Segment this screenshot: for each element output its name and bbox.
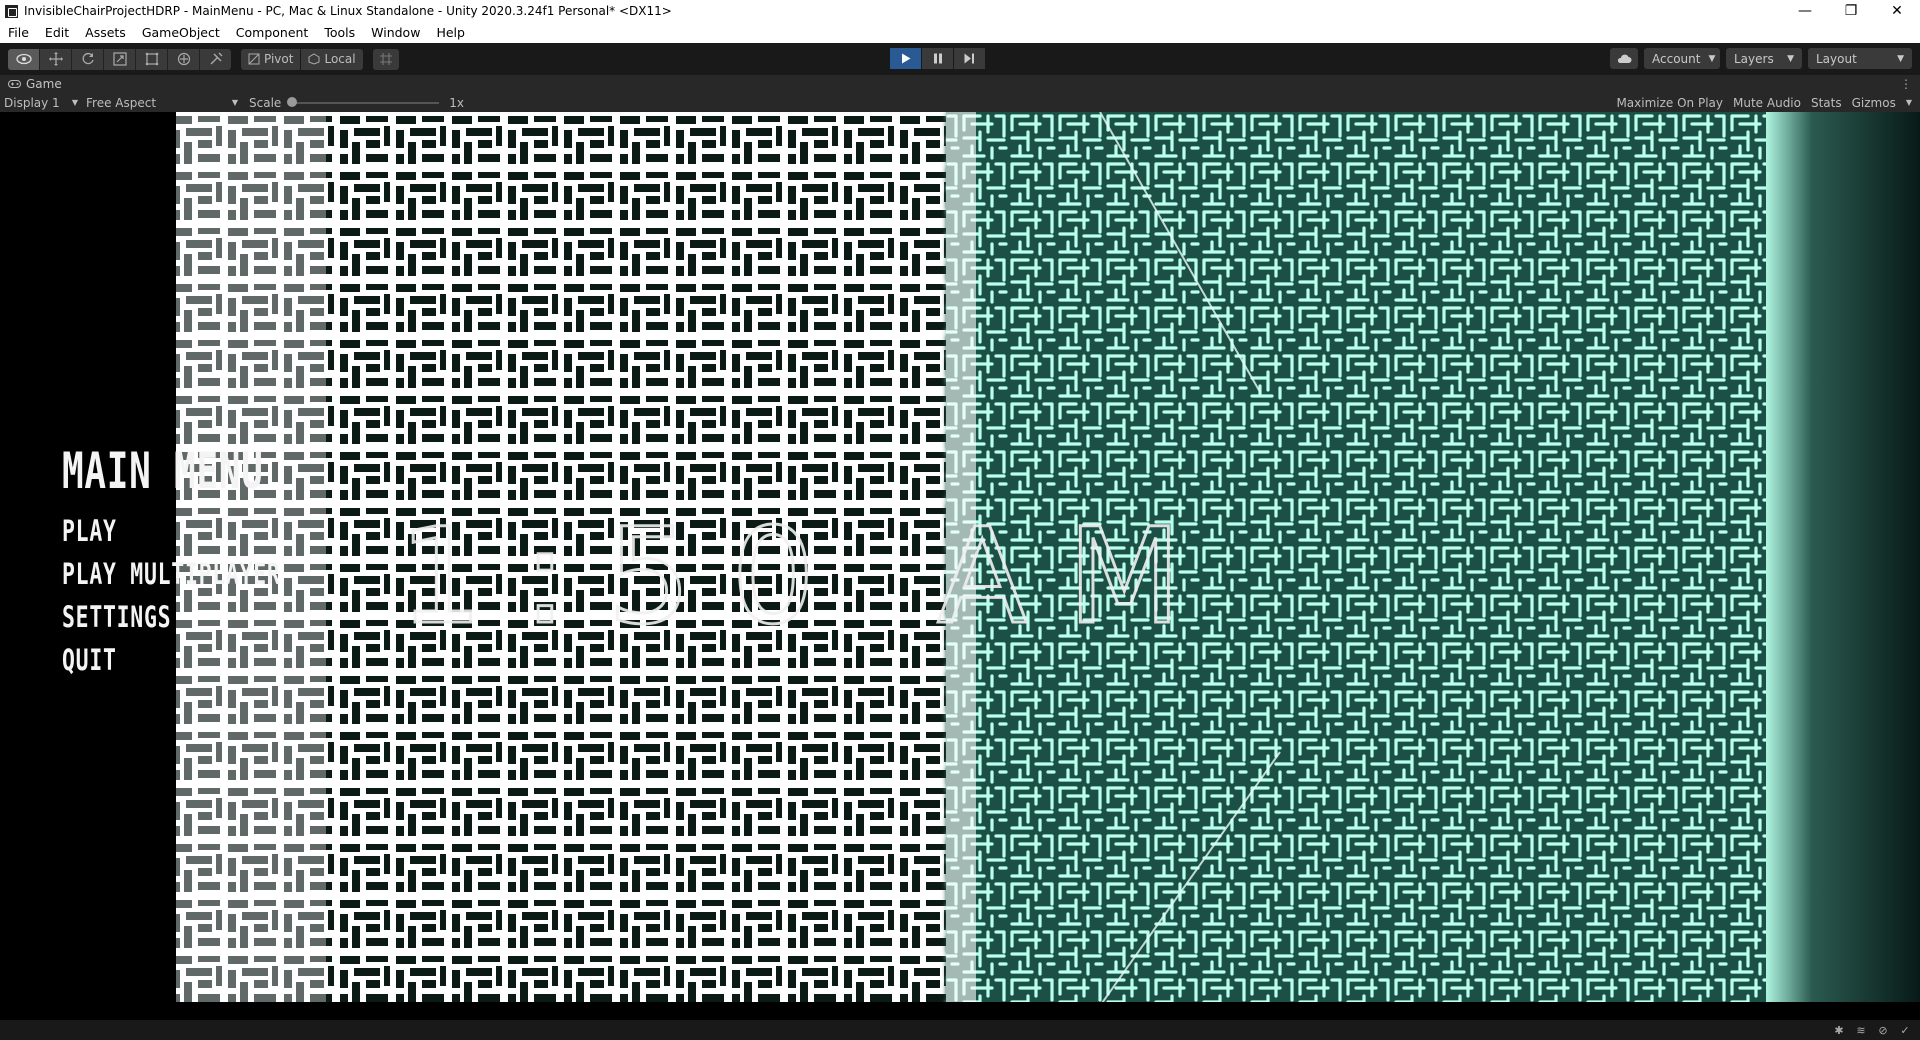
debug-off-icon[interactable]: ⊘ — [1876, 1023, 1890, 1037]
scale-slider-knob[interactable] — [287, 96, 298, 107]
layers-dropdown[interactable]: Layers ▼ — [1726, 48, 1802, 69]
local-label: Local — [324, 52, 356, 66]
game-viewport[interactable]: 1:50 AM MAIN MENU PLAY PLAY MULTIPLAYER … — [0, 112, 1920, 1020]
eye-icon — [15, 53, 32, 65]
clock-display: 1:50 AM — [399, 500, 1222, 654]
bug-icon[interactable]: ✱ — [1832, 1023, 1846, 1037]
check-circle-icon[interactable]: ✓ — [1898, 1023, 1912, 1037]
play-button[interactable] — [890, 48, 921, 69]
main-menu-title: MAIN MENU — [62, 442, 264, 500]
pause-icon — [933, 53, 942, 64]
step-button[interactable] — [954, 48, 985, 69]
menu-edit[interactable]: Edit — [37, 25, 77, 40]
scale-value: 1x — [449, 95, 465, 110]
grid-snap-button[interactable] — [372, 48, 399, 70]
game-view-options: Maximize On Play Mute Audio Stats Gizmos… — [1616, 93, 1912, 112]
stack-icon[interactable]: ≋ — [1854, 1023, 1868, 1037]
chevron-down-icon: ▼ — [231, 98, 238, 107]
minimize-button[interactable]: — — [1782, 0, 1828, 22]
tools-icon — [210, 52, 222, 65]
maximize-on-play-toggle[interactable]: Maximize On Play — [1616, 96, 1723, 110]
menu-component[interactable]: Component — [228, 25, 317, 40]
main-menu: MAIN MENU PLAY PLAY MULTIPLAYER SETTINGS… — [62, 442, 357, 686]
move-tool-button[interactable] — [40, 48, 72, 70]
account-dropdown[interactable]: Account ▼ — [1644, 48, 1720, 69]
restore-button[interactable]: ❐ — [1828, 0, 1874, 22]
chevron-down-icon: ▼ — [1897, 53, 1904, 64]
account-label: Account — [1652, 51, 1701, 66]
play-option[interactable]: PLAY — [62, 514, 281, 548]
chevron-down-icon: ▼ — [1787, 53, 1794, 64]
game-tab-bar: Game ⋮ — [0, 75, 1920, 93]
playmode-controls — [890, 48, 985, 69]
menu-file[interactable]: File — [0, 25, 37, 40]
play-multiplayer-option[interactable]: PLAY MULTIPLAYER — [62, 557, 281, 591]
pivot-label: Pivot — [264, 52, 294, 66]
menu-window[interactable]: Window — [363, 25, 428, 40]
rotate-icon — [82, 52, 94, 65]
mute-audio-toggle[interactable]: Mute Audio — [1733, 96, 1801, 110]
pause-button[interactable] — [922, 48, 953, 69]
menu-tools[interactable]: Tools — [316, 25, 363, 40]
scale-slider[interactable] — [287, 96, 440, 107]
window-controls: — ❐ ✕ — [1782, 0, 1920, 22]
scale-control: Scale 1x — [249, 96, 464, 110]
aspect-dropdown[interactable]: Free Aspect ▼ — [86, 96, 238, 110]
scale-icon — [112, 52, 127, 66]
quit-option[interactable]: QUIT — [62, 643, 281, 677]
gizmos-toggle[interactable]: Gizmos — [1852, 96, 1896, 110]
transform-tool-button[interactable] — [168, 48, 200, 70]
tab-game-label: Game — [26, 77, 62, 91]
custom-tool-button[interactable] — [200, 48, 231, 70]
rect-tool-button[interactable] — [136, 48, 168, 70]
menu-help[interactable]: Help — [428, 25, 473, 40]
settings-option[interactable]: SETTINGS — [62, 600, 281, 634]
status-bar: ✱ ≋ ⊘ ✓ — [0, 1020, 1920, 1040]
unity-icon — [5, 4, 18, 18]
cloud-icon — [1617, 54, 1632, 63]
layers-label: Layers — [1734, 51, 1774, 66]
cloud-button[interactable] — [1610, 48, 1638, 69]
right-toolbar: Account ▼ Layers ▼ Layout ▼ — [1610, 48, 1912, 69]
scale-label: Scale — [249, 95, 282, 110]
gamepad-icon — [8, 80, 21, 88]
scale-tool-button[interactable] — [104, 48, 136, 70]
pivot-toggle[interactable]: Pivot — [241, 48, 301, 70]
layout-label: Layout — [1816, 51, 1857, 66]
play-icon — [901, 53, 910, 64]
view-tool-button[interactable] — [8, 48, 40, 70]
rect-icon — [145, 52, 158, 66]
display-dropdown[interactable]: Display 1 ▼ — [4, 96, 78, 110]
display-label: Display 1 — [4, 95, 60, 110]
rotate-tool-button[interactable] — [72, 48, 104, 70]
tab-game[interactable]: Game — [0, 75, 70, 93]
menu-bar: File Edit Assets GameObject Component To… — [0, 22, 1920, 44]
chevron-down-icon: ▼ — [71, 98, 78, 107]
glow-edge — [1766, 112, 1920, 1020]
local-icon — [308, 53, 320, 65]
window-title: InvisibleChairProjectHDRP - MainMenu - P… — [24, 4, 672, 18]
grid-icon — [379, 53, 392, 65]
close-button[interactable]: ✕ — [1874, 0, 1920, 22]
step-icon — [964, 53, 974, 64]
menu-assets[interactable]: Assets — [77, 25, 134, 40]
move-icon — [48, 52, 63, 66]
menu-gameobject[interactable]: GameObject — [134, 25, 228, 40]
local-toggle[interactable]: Local — [301, 48, 363, 70]
main-toolbar: Pivot Local Account ▼ Layers ▼ Layout ▼ — [0, 43, 1920, 75]
layout-dropdown[interactable]: Layout ▼ — [1808, 48, 1912, 69]
pivot-icon — [248, 53, 260, 65]
title-bar: InvisibleChairProjectHDRP - MainMenu - P… — [0, 0, 1920, 22]
chevron-down-icon[interactable]: ▼ — [1906, 98, 1912, 107]
chevron-down-icon: ▼ — [1708, 53, 1716, 64]
transform-icon — [177, 52, 190, 66]
game-view-toolbar: Display 1 ▼ Free Aspect ▼ Scale 1x Maxim… — [0, 93, 1920, 112]
stats-toggle[interactable]: Stats — [1811, 96, 1842, 110]
transform-tools — [8, 48, 231, 70]
pivot-group: Pivot Local — [241, 48, 363, 70]
aspect-label: Free Aspect — [86, 95, 157, 110]
kebab-menu-icon[interactable]: ⋮ — [1900, 77, 1912, 91]
